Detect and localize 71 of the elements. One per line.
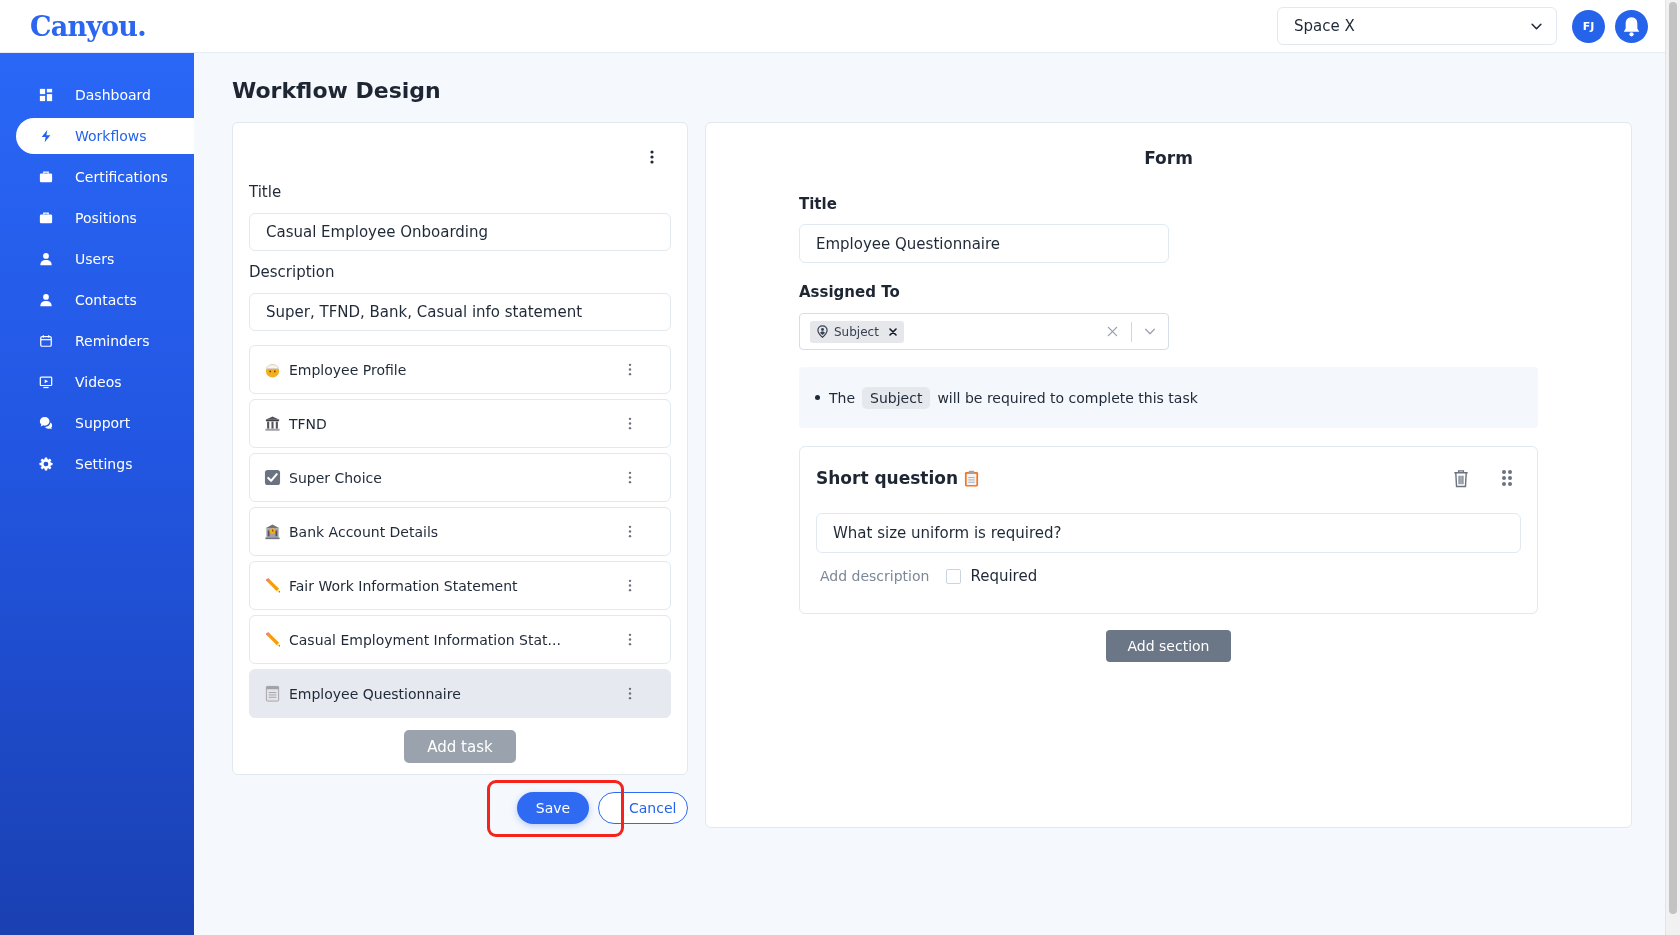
pencil-icon xyxy=(264,631,281,648)
location-pin-icon xyxy=(817,325,828,338)
assignee-select[interactable]: Subject xyxy=(799,313,1169,350)
field-label: Assigned To xyxy=(799,282,900,302)
clipboard-icon xyxy=(964,469,980,487)
cancel-button[interactable]: Cancel xyxy=(598,792,688,824)
field-label: Title xyxy=(799,194,837,214)
remove-icon[interactable] xyxy=(888,327,897,336)
nav-item[interactable]: Positions xyxy=(16,200,194,236)
chat-bubbles-icon xyxy=(39,416,53,430)
nav-item[interactable]: Support xyxy=(16,405,194,441)
nav-item[interactable]: Workflows xyxy=(16,118,194,154)
checked-box-icon xyxy=(264,469,281,486)
columns-building-icon xyxy=(264,415,281,432)
field-label: Description xyxy=(249,262,335,282)
nav-item[interactable]: Certifications xyxy=(16,159,194,195)
task-item[interactable]: Bank Account Details xyxy=(249,507,671,556)
task-item[interactable]: Employee Questionnaire xyxy=(249,669,671,718)
notepad-icon xyxy=(264,685,281,702)
scrollbar-thumb[interactable] xyxy=(1669,2,1677,914)
question-type-title: Short question xyxy=(816,468,959,488)
user-avatar[interactable]: FJ xyxy=(1572,9,1605,43)
pencil-icon xyxy=(264,577,281,594)
bell-icon[interactable] xyxy=(1615,9,1648,43)
question-input[interactable]: What size uniform is required? xyxy=(816,513,1521,553)
briefcase-icon xyxy=(39,170,53,184)
lightning-bolt-icon xyxy=(39,129,53,143)
task-item[interactable]: TFND xyxy=(249,399,671,448)
page-title: Workflow Design xyxy=(232,77,441,105)
clear-icon[interactable] xyxy=(1107,326,1118,337)
video-screen-icon xyxy=(39,375,53,389)
add-description-link[interactable]: Add description xyxy=(820,568,930,584)
calendar-icon xyxy=(39,334,53,348)
logo[interactable]: Canyou. xyxy=(30,10,146,42)
scrollbar[interactable] xyxy=(1665,0,1680,935)
bullet-icon xyxy=(815,395,820,400)
nav-item[interactable]: Settings xyxy=(16,446,194,482)
note-text: will be required to complete this task xyxy=(937,389,1198,406)
bank-building-icon xyxy=(264,523,281,540)
nav-item[interactable]: Contacts xyxy=(16,282,194,318)
nav-item[interactable]: Reminders xyxy=(16,323,194,359)
workspace-select[interactable]: Space X xyxy=(1277,7,1557,45)
title-input[interactable]: Employee Questionnaire xyxy=(799,224,1169,263)
assignee-name: Subject xyxy=(834,324,879,339)
trash-icon[interactable] xyxy=(1453,468,1469,488)
note-text: The xyxy=(829,389,856,406)
checkbox-label: Required xyxy=(970,567,1038,585)
face-icon xyxy=(264,361,281,378)
task-item[interactable]: Casual Employment Information Stat... xyxy=(249,615,671,664)
add-section-button[interactable]: Add section xyxy=(1106,630,1231,662)
person-icon xyxy=(39,293,53,307)
panel-heading: Form xyxy=(1144,147,1193,169)
task-item[interactable]: Fair Work Information Statement xyxy=(249,561,671,610)
task-item[interactable]: Employee Profile xyxy=(249,345,671,394)
nav-item[interactable]: Users xyxy=(16,241,194,277)
save-button[interactable]: Save xyxy=(517,792,589,824)
required-checkbox[interactable] xyxy=(946,568,962,584)
gear-icon xyxy=(39,457,53,471)
briefcase-icon xyxy=(39,211,53,225)
person-icon xyxy=(39,252,53,266)
field-label: Title xyxy=(249,182,282,202)
role-tag: Subject xyxy=(862,386,931,409)
drag-handle-icon[interactable] xyxy=(1501,469,1513,487)
nav-item[interactable]: Dashboard xyxy=(16,77,194,113)
nav-item[interactable]: Videos xyxy=(16,364,194,400)
title-input[interactable]: Casual Employee Onboarding xyxy=(249,213,671,251)
kebab-menu-icon[interactable] xyxy=(650,150,654,164)
grid-icon xyxy=(39,88,53,102)
description-input[interactable]: Super, TFND, Bank, Casual info statement xyxy=(249,293,671,331)
chevron-down-icon xyxy=(1531,22,1542,30)
task-item[interactable]: Super Choice xyxy=(249,453,671,502)
